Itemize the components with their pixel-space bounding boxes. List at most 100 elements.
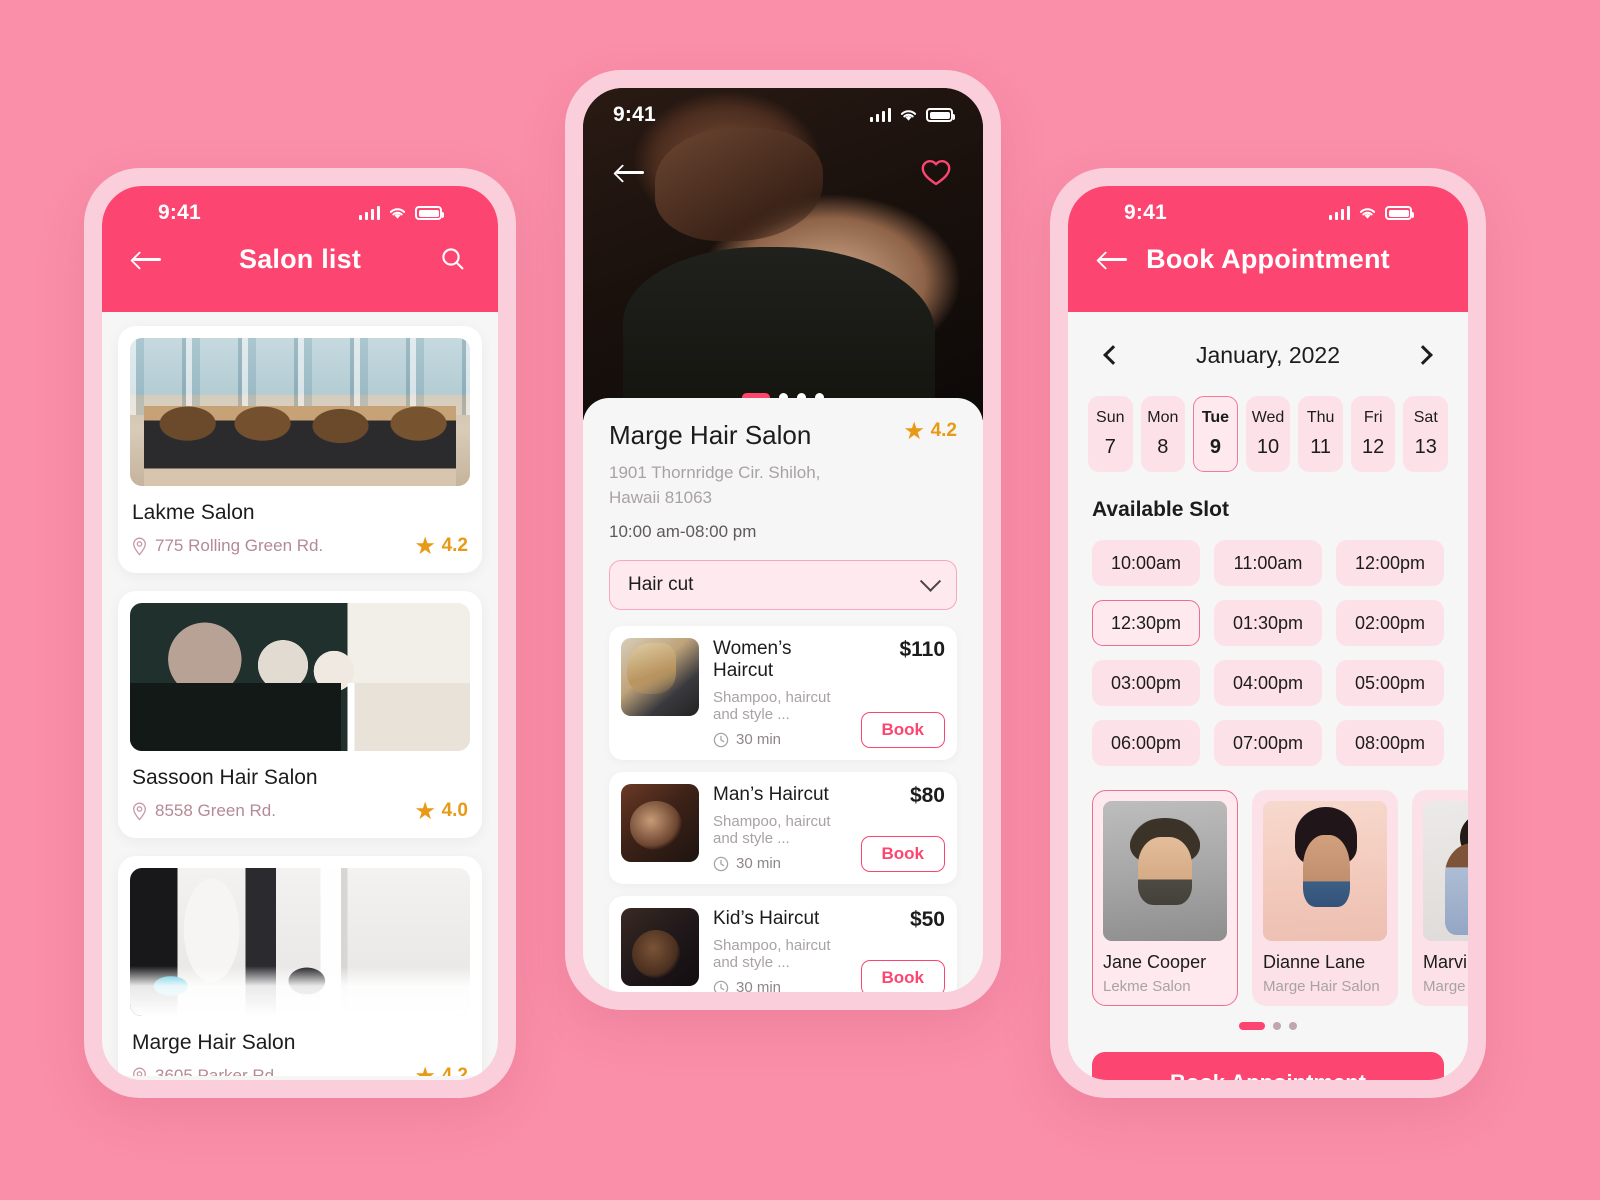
back-button[interactable] bbox=[128, 240, 166, 278]
time-slot[interactable]: 02:00pm bbox=[1336, 600, 1444, 646]
calendar-day-strip[interactable]: Sun 7 Mon 8 Tue 9 Wed 10 Thu 11 Fri 12 S… bbox=[1068, 378, 1468, 472]
back-arrow-icon bbox=[133, 251, 161, 267]
salon-address-line2: Hawaii 81063 bbox=[609, 487, 713, 507]
salon-detail-title-row: Marge Hair Salon ★ 4.2 bbox=[609, 420, 957, 451]
service-row[interactable]: Kid’s Haircut Shampoo, haircut and style… bbox=[609, 896, 957, 992]
battery-icon bbox=[926, 108, 955, 122]
calendar-day-number: 9 bbox=[1209, 436, 1221, 458]
book-button[interactable]: Book bbox=[860, 712, 945, 749]
back-arrow-icon bbox=[616, 164, 644, 180]
salon-photo bbox=[130, 868, 470, 1016]
calendar-day-name: Sat bbox=[1413, 409, 1438, 426]
stylist-card[interactable]: Marvin M Marge Ha bbox=[1412, 790, 1468, 1006]
location-pin-icon bbox=[133, 802, 146, 821]
back-button[interactable] bbox=[1094, 240, 1132, 278]
status-icons bbox=[358, 206, 444, 220]
carousel-dot-active[interactable] bbox=[1239, 1022, 1265, 1030]
time-slot[interactable]: 11:00am bbox=[1214, 540, 1322, 586]
salon-name: Sassoon Hair Salon bbox=[132, 766, 318, 789]
time-slot[interactable]: 08:00pm bbox=[1336, 720, 1444, 766]
time-slot[interactable]: 01:30pm bbox=[1214, 600, 1322, 646]
service-category-value: Hair cut bbox=[628, 574, 694, 596]
salon-rating: ★ 4.2 bbox=[416, 535, 468, 557]
time-slot-selected[interactable]: 12:30pm bbox=[1092, 600, 1200, 646]
calendar-day-number: 10 bbox=[1256, 436, 1280, 458]
stylist-photo bbox=[1103, 801, 1227, 941]
time-slot[interactable]: 12:00pm bbox=[1336, 540, 1444, 586]
service-row[interactable]: Women’s Haircut Shampoo, haircut and sty… bbox=[609, 626, 957, 761]
time-slot[interactable]: 04:00pm bbox=[1214, 660, 1322, 706]
salon-meta: 775 Rolling Green Rd. ★ 4.2 bbox=[132, 535, 468, 557]
status-bar: 9:41 bbox=[583, 88, 983, 134]
header-spacer bbox=[1404, 240, 1442, 278]
stylist-carousel[interactable]: Jane Cooper Lekme Salon Dianne Lane Marg… bbox=[1068, 766, 1468, 1006]
time-slot[interactable]: 07:00pm bbox=[1214, 720, 1322, 766]
salon-rating-value: 4.0 bbox=[441, 800, 468, 821]
service-category-select[interactable]: Hair cut bbox=[609, 560, 957, 611]
time-slot-grid[interactable]: 10:00am 11:00am 12:00pm 12:30pm 01:30pm … bbox=[1068, 522, 1468, 766]
stylist-name: Marvin M bbox=[1423, 952, 1468, 972]
time-slot[interactable]: 05:00pm bbox=[1336, 660, 1444, 706]
next-month-button[interactable] bbox=[1404, 336, 1442, 374]
hero-action-row bbox=[583, 146, 983, 198]
service-row[interactable]: Man’s Haircut Shampoo, haircut and style… bbox=[609, 772, 957, 885]
time-slot[interactable]: 06:00pm bbox=[1092, 720, 1200, 766]
stylist-salon: Marge Hair Salon bbox=[1263, 978, 1380, 995]
service-duration: 30 min bbox=[713, 855, 847, 872]
salon-list-title-row: Salon list bbox=[128, 232, 472, 286]
calendar-day[interactable]: Sun 7 bbox=[1088, 396, 1133, 472]
salon-address: 3605 Parker Rd. bbox=[132, 1066, 279, 1076]
search-button[interactable] bbox=[434, 240, 472, 278]
salon-rating-value: 4.2 bbox=[441, 535, 468, 556]
time-slot[interactable]: 10:00am bbox=[1092, 540, 1200, 586]
stylist-salon: Lekme Salon bbox=[1103, 978, 1191, 995]
service-actions: $110 Book bbox=[860, 638, 945, 749]
salon-card[interactable]: Lakme Salon 775 Rolling Green Rd. ★ 4.2 bbox=[118, 326, 482, 573]
calendar-day[interactable]: Mon 8 bbox=[1140, 396, 1186, 472]
phone-book-appointment: 9:41 Book Appointment January, 2022 Sun … bbox=[1050, 168, 1486, 1098]
screen-book-appointment: 9:41 Book Appointment January, 2022 Sun … bbox=[1068, 186, 1468, 1080]
salon-address: 1901 Thornridge Cir. Shiloh, Hawaii 8106… bbox=[609, 461, 957, 510]
service-actions: $80 Book bbox=[860, 784, 945, 873]
service-duration-text: 30 min bbox=[736, 855, 782, 873]
calendar-day[interactable]: Wed 10 bbox=[1245, 396, 1291, 472]
carousel-dot[interactable] bbox=[1273, 1022, 1281, 1030]
carousel-dot[interactable] bbox=[1289, 1022, 1297, 1030]
stylist-name: Jane Cooper bbox=[1103, 952, 1207, 972]
service-duration: 30 min bbox=[713, 731, 847, 748]
time-slot[interactable]: 03:00pm bbox=[1092, 660, 1200, 706]
service-thumbnail bbox=[621, 908, 699, 987]
calendar-day[interactable]: Fri 12 bbox=[1350, 396, 1396, 472]
chevron-down-icon bbox=[919, 570, 942, 592]
salon-list-scroll[interactable]: Lakme Salon 775 Rolling Green Rd. ★ 4.2 bbox=[102, 312, 498, 1076]
service-price: $110 bbox=[899, 638, 945, 662]
back-button[interactable] bbox=[611, 153, 649, 191]
book-button[interactable]: Book bbox=[860, 960, 945, 992]
status-bar: 9:41 bbox=[1094, 186, 1442, 232]
salon-card[interactable]: Marge Hair Salon 3605 Parker Rd. ★ 4.2 bbox=[118, 856, 482, 1076]
stylist-card[interactable]: Dianne Lane Marge Hair Salon bbox=[1252, 790, 1398, 1006]
service-description: Shampoo, haircut and style ... bbox=[713, 689, 831, 724]
stylist-carousel-dots[interactable] bbox=[1068, 1006, 1468, 1030]
favorite-button[interactable] bbox=[917, 153, 955, 191]
prev-month-button[interactable] bbox=[1094, 336, 1132, 374]
book-appointment-button[interactable]: Book Appointment bbox=[1092, 1052, 1444, 1080]
star-icon: ★ bbox=[415, 534, 435, 558]
calendar-day[interactable]: Sat 13 bbox=[1403, 396, 1449, 472]
calendar-day[interactable]: Thu 11 bbox=[1298, 396, 1343, 472]
stylist-card-selected[interactable]: Jane Cooper Lekme Salon bbox=[1092, 790, 1238, 1006]
salon-card[interactable]: Sassoon Hair Salon 8558 Green Rd. ★ 4.0 bbox=[118, 591, 482, 838]
service-thumbnail bbox=[621, 784, 699, 863]
phone-salon-list: 9:41 Salon list Lakme Salon 775 Rolling … bbox=[84, 168, 516, 1098]
calendar-day-selected[interactable]: Tue 9 bbox=[1193, 396, 1238, 472]
book-button[interactable]: Book bbox=[860, 836, 945, 873]
salon-rating: ★ 4.2 bbox=[905, 420, 957, 442]
salon-rating: ★ 4.2 bbox=[416, 1065, 468, 1076]
service-list[interactable]: Women’s Haircut Shampoo, haircut and sty… bbox=[609, 626, 957, 992]
available-slot-label: Available Slot bbox=[1092, 498, 1229, 521]
salon-name: Marge Hair Salon bbox=[132, 1031, 296, 1054]
stylist-salon: Marge Ha bbox=[1423, 978, 1468, 995]
calendar-day-name: Fri bbox=[1363, 409, 1383, 426]
battery-icon bbox=[415, 206, 444, 220]
salon-photo bbox=[130, 603, 470, 751]
